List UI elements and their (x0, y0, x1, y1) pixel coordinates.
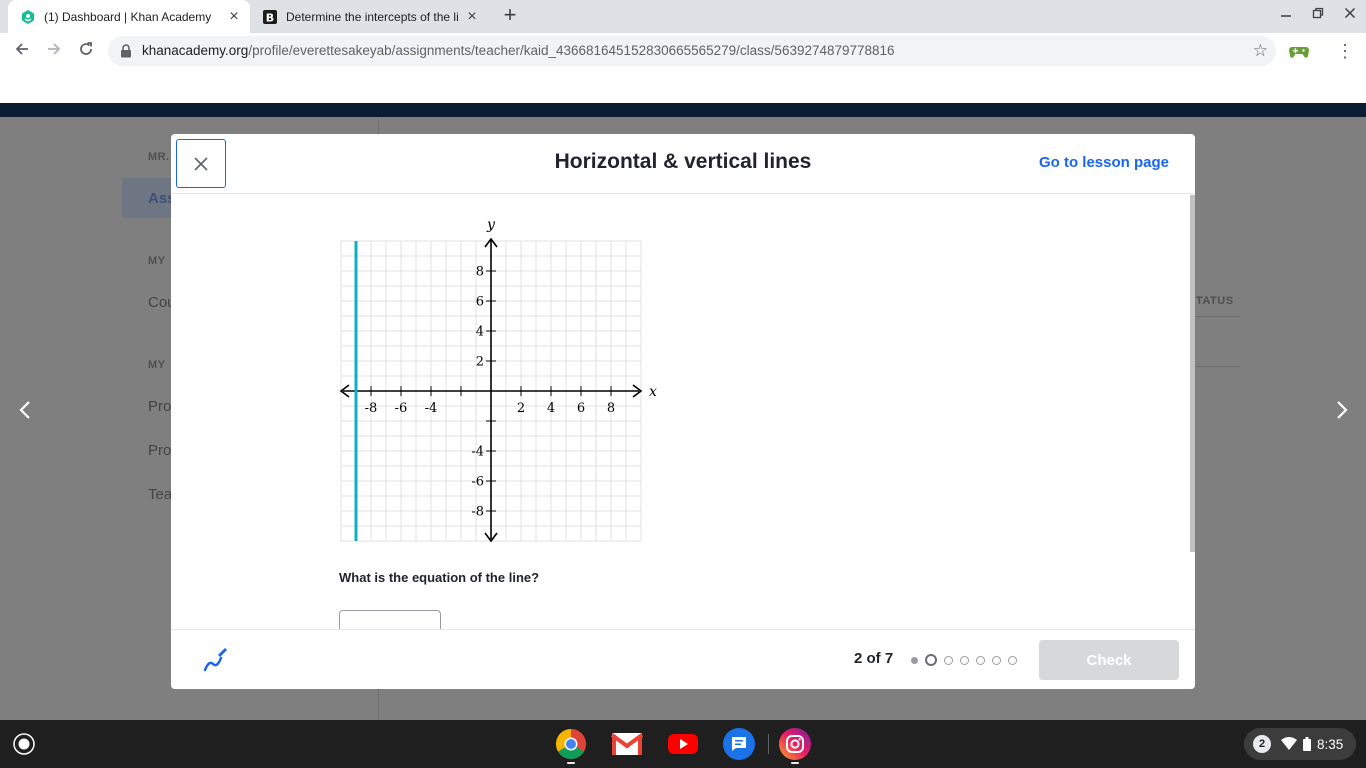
svg-text:B: B (266, 11, 274, 24)
address-bar[interactable]: khanacademy.org/profile/everettesakeyab/… (108, 36, 1276, 66)
question-text: What is the equation of the line? (339, 570, 540, 585)
running-indicator (567, 762, 575, 764)
close-icon[interactable]: × (224, 8, 244, 26)
youtube-icon[interactable] (667, 728, 699, 760)
coordinate-graph: -8 -6 -4 2 4 6 8 8 6 4 2 -4 -6 -8 x y (339, 217, 657, 543)
reload-icon[interactable] (74, 39, 98, 63)
instagram-icon[interactable] (779, 728, 811, 760)
os-shelf: 2 8:35 (0, 720, 1366, 768)
modal-scrollbar[interactable] (1190, 195, 1195, 552)
y-tick-label: 8 (476, 265, 484, 280)
progress-dot (911, 656, 918, 664)
lock-icon (120, 44, 132, 58)
y-tick-label: -4 (471, 445, 484, 460)
tab-title: Determine the intercepts of the li (286, 9, 459, 24)
exercise-modal: Horizontal & vertical lines Go to lesson… (171, 134, 1195, 689)
progress-dot (992, 655, 1001, 665)
back-icon[interactable] (10, 39, 34, 63)
table-divider (1195, 366, 1240, 367)
extension-gamepad-icon[interactable] (1288, 40, 1310, 62)
modal-header: Horizontal & vertical lines Go to lesson… (171, 134, 1195, 194)
tab-bar: (1) Dashboard | Khan Academy × B Determi… (0, 0, 1366, 33)
tab-dashboard[interactable]: (1) Dashboard | Khan Academy × (8, 0, 250, 33)
system-tray[interactable]: 2 8:35 (1244, 728, 1356, 760)
modal-body: -8 -6 -4 2 4 6 8 8 6 4 2 -4 -6 -8 x y What is the equat… (171, 195, 1195, 629)
close-window-icon[interactable] (1335, 6, 1365, 26)
tab-intercepts[interactable]: B Determine the intercepts of the li × (250, 0, 488, 33)
x-tick-label: 8 (607, 401, 615, 416)
gmail-icon[interactable] (611, 728, 643, 760)
running-indicator (791, 762, 799, 764)
y-axis-label: y (486, 217, 496, 233)
sidebar-item-teachers[interactable]: Tea (148, 486, 172, 503)
status-column-header: TATUS (1196, 295, 1234, 307)
scratchpad-pencil-icon[interactable] (201, 646, 229, 674)
progress-dot (925, 654, 937, 666)
page-header-band (0, 103, 1366, 117)
minimize-icon[interactable] (1271, 6, 1301, 26)
close-icon[interactable]: × (462, 8, 482, 26)
browser-toolbar: khanacademy.org/profile/everettesakeyab/… (0, 33, 1366, 69)
wifi-icon (1281, 737, 1297, 750)
notification-count[interactable]: 2 (1253, 735, 1271, 753)
messages-icon[interactable] (723, 728, 755, 760)
modal-footer: 2 of 7 Check (171, 629, 1195, 689)
sidebar-heading: MY (148, 255, 166, 267)
table-divider (1195, 316, 1240, 317)
chrome-icon[interactable] (555, 728, 587, 760)
x-tick-label: 6 (577, 401, 585, 416)
previous-arrow-icon[interactable] (13, 400, 37, 424)
check-button[interactable]: Check (1039, 640, 1179, 680)
launcher-icon[interactable] (12, 732, 36, 756)
answer-input[interactable] (339, 610, 441, 629)
restore-icon[interactable] (1303, 6, 1333, 26)
forward-icon[interactable] (42, 39, 66, 63)
y-tick-label: 6 (476, 295, 484, 310)
go-to-lesson-link[interactable]: Go to lesson page (1039, 154, 1169, 171)
y-tick-label: 4 (476, 325, 484, 340)
progress-dot (960, 655, 969, 665)
clock: 8:35 (1317, 736, 1344, 752)
progress-dot (976, 655, 985, 665)
shelf-divider (768, 734, 769, 754)
progress-counter: 2 of 7 (854, 650, 894, 667)
url-path: /profile/everettesakeyab/assignments/tea… (248, 43, 895, 58)
x-tick-label: 2 (517, 401, 525, 416)
x-tick-label: -8 (365, 401, 378, 416)
y-tick-label: 2 (476, 355, 484, 370)
bookmark-star-icon[interactable]: ☆ (1253, 41, 1268, 61)
url-domain: khanacademy.org (142, 43, 249, 58)
progress-dot (944, 655, 953, 665)
browser-menu-icon[interactable]: ⋮ (1335, 39, 1355, 63)
x-tick-label: -4 (425, 401, 438, 416)
sidebar-item-profile[interactable]: Pro (148, 398, 171, 415)
page-top-strip (0, 69, 1366, 103)
x-axis-label: x (649, 384, 657, 400)
battery-icon (1303, 737, 1311, 751)
brainly-icon: B (262, 9, 278, 25)
y-tick-label: -8 (471, 505, 484, 520)
sidebar-heading: MR. (148, 151, 170, 163)
new-tab-button[interactable]: + (498, 4, 522, 28)
sidebar-heading: MY (148, 359, 166, 371)
next-arrow-icon[interactable] (1330, 400, 1354, 424)
y-tick-label: -6 (471, 475, 484, 490)
x-tick-label: -6 (395, 401, 408, 416)
sidebar-item-progress[interactable]: Pro (148, 442, 171, 459)
x-tick-label: 4 (547, 401, 555, 416)
url-text: khanacademy.org/profile/everettesakeyab/… (142, 43, 895, 58)
khan-academy-icon (20, 9, 36, 25)
progress-dot (1008, 655, 1017, 665)
progress-dots (911, 654, 1024, 666)
tab-title: (1) Dashboard | Khan Academy (44, 9, 212, 24)
